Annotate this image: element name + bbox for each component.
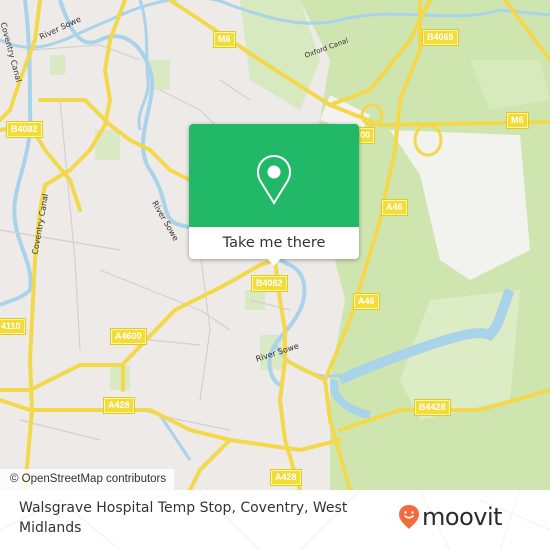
- footer: Walsgrave Hospital Temp Stop, Coventry, …: [0, 490, 550, 550]
- road-label-b4082-center: B4082: [252, 276, 287, 291]
- popup-pointer: [266, 257, 282, 266]
- road-label-m6-east: M6: [507, 113, 528, 128]
- road-label-a46-south: A46: [354, 294, 379, 309]
- road-label-m6-west: M6: [214, 32, 235, 47]
- road-label-b4082-west: B4082: [7, 122, 42, 137]
- moovit-logo[interactable]: moovit: [398, 503, 503, 531]
- map[interactable]: M6 M6 B4065 B4082 B4082 A4600 A428 A428 …: [0, 0, 550, 490]
- road-label-b4428: B4428: [415, 400, 450, 415]
- road-label-b4065: B4065: [423, 30, 458, 45]
- road-label-a4600: A4600: [111, 329, 146, 344]
- stop-name: Walsgrave Hospital Temp Stop, Coventry, …: [19, 500, 348, 536]
- moovit-pin-icon: [399, 505, 419, 529]
- map-pin-icon: [256, 154, 292, 205]
- road-label-a428-west: A428: [104, 398, 134, 413]
- take-me-there-button[interactable]: Take me there: [189, 227, 359, 259]
- road-label-a46-north: A46: [382, 200, 407, 215]
- destination-popup[interactable]: Take me there: [189, 124, 359, 266]
- moovit-wordmark: moovit: [422, 503, 503, 531]
- road-label-a4110: 4110: [0, 319, 25, 334]
- road-label-a428-south: A428: [271, 470, 301, 485]
- map-attribution[interactable]: © OpenStreetMap contributors: [0, 469, 175, 490]
- popup-header: [189, 124, 359, 227]
